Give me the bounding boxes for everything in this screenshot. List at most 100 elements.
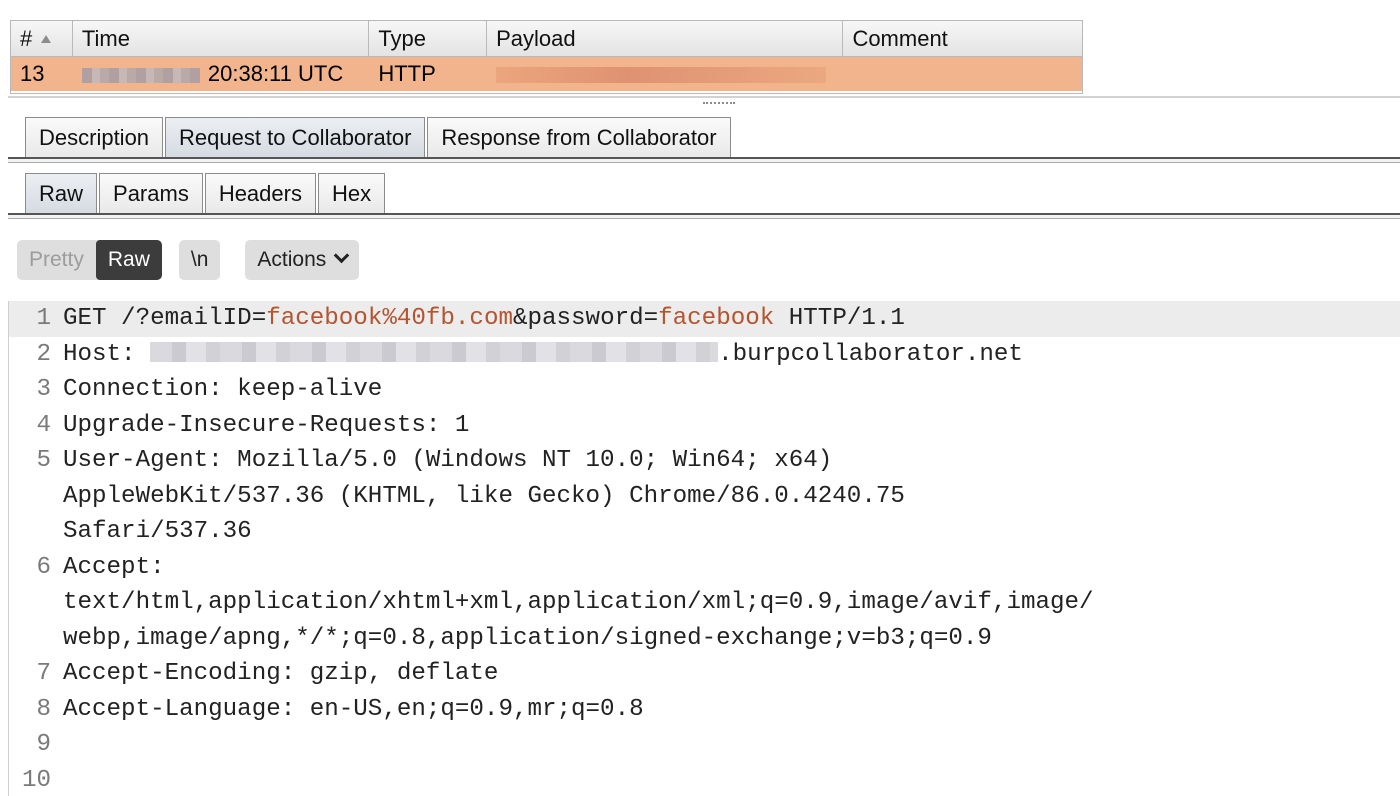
- code-line[interactable]: 3 Connection: keep-alive: [9, 372, 1400, 408]
- cell-payload: [487, 57, 843, 91]
- column-header-type[interactable]: Type: [369, 21, 488, 57]
- cell-comment[interactable]: [843, 57, 1082, 91]
- code-line-wrapped[interactable]: webp,image/apng,*/*;q=0.8,application/si…: [9, 621, 1400, 657]
- code-line[interactable]: 10: [9, 763, 1400, 796]
- column-header-number-label: #: [20, 26, 33, 51]
- header-text: User-Agent: Mozilla/5.0 (Windows NT 10.0…: [63, 447, 833, 474]
- tab-headers[interactable]: Headers: [204, 173, 316, 213]
- header-text: Connection: keep-alive: [63, 376, 383, 403]
- chevron-down-icon: [333, 247, 350, 264]
- editor-toolbar: Pretty Raw \n Actions: [17, 240, 360, 280]
- code-line[interactable]: 8 Accept-Language: en-US,en;q=0.9,mr;q=0…: [9, 692, 1400, 728]
- pretty-button[interactable]: Pretty: [17, 240, 96, 280]
- header-text: AppleWebKit/537.36 (KHTML, like Gecko) C…: [63, 482, 905, 510]
- tab-headers-label: Headers: [218, 181, 302, 206]
- table-row[interactable]: 13 20:38:11 UTC HTTP: [11, 57, 1082, 91]
- tab-bar-rule: [8, 157, 1400, 163]
- request-line: GET /?emailID=facebook%40fb.com&password…: [51, 301, 905, 337]
- column-header-comment-label: Comment: [852, 26, 948, 51]
- column-header-time-label: Time: [81, 26, 130, 51]
- tab-params[interactable]: Params: [99, 173, 203, 213]
- code-line[interactable]: 1 GET /?emailID=facebook%40fb.com&passwo…: [9, 301, 1400, 337]
- tab-request-label: Request to Collaborator: [179, 125, 412, 150]
- line-number: 1: [36, 305, 51, 332]
- host-header: Host: .burpcollaborator.net: [51, 337, 1023, 373]
- tab-hex[interactable]: Hex: [317, 173, 386, 213]
- raw-button[interactable]: Raw: [95, 240, 162, 280]
- code-line-wrapped[interactable]: AppleWebKit/537.36 (KHTML, like Gecko) C…: [9, 479, 1400, 515]
- code-line-wrapped[interactable]: Safari/537.36: [9, 514, 1400, 550]
- show-newlines-button[interactable]: \n: [178, 240, 221, 280]
- tab-raw[interactable]: Raw: [25, 173, 98, 213]
- header-text: Accept-Language: en-US,en;q=0.9,mr;q=0.8: [63, 695, 644, 723]
- split-pane-divider[interactable]: [0, 96, 1400, 110]
- column-header-comment[interactable]: Comment: [843, 21, 1082, 57]
- tab-hex-label: Hex: [331, 181, 372, 206]
- tab-description[interactable]: Description: [25, 117, 164, 157]
- host-domain: .burpcollaborator.net: [718, 340, 1023, 368]
- column-header-time[interactable]: Time: [73, 21, 370, 57]
- line-number: 2: [36, 340, 51, 368]
- drag-handle-icon[interactable]: [703, 102, 735, 106]
- param-value-email: facebook%40fb.com: [266, 305, 513, 332]
- column-header-number[interactable]: #: [11, 21, 73, 57]
- header-text: text/html,application/xhtml+xml,applicat…: [63, 589, 1094, 616]
- code-line-wrapped[interactable]: text/html,application/xhtml+xml,applicat…: [9, 585, 1400, 621]
- http-version: HTTP/1.1: [774, 305, 905, 332]
- tab-bar-rule: [8, 213, 1400, 219]
- line-number: 6: [36, 553, 51, 581]
- column-header-payload[interactable]: Payload: [487, 21, 844, 57]
- param-name-email: emailID=: [150, 305, 267, 332]
- code-line[interactable]: 9: [9, 727, 1400, 763]
- header-text: webp,image/apng,*/*;q=0.8,application/si…: [63, 624, 992, 652]
- interactions-table: # Time Type Payload Comment 13 20:38:11 …: [10, 20, 1083, 94]
- redacted-payload: [496, 67, 827, 84]
- header-text: Accept-Encoding: gzip, deflate: [63, 660, 499, 687]
- line-number: 3: [36, 376, 51, 403]
- header-text: Accept:: [63, 553, 165, 581]
- cell-time-text: 20:38:11 UTC: [207, 61, 344, 86]
- tab-response-from-collaborator[interactable]: Response from Collaborator: [427, 117, 731, 157]
- cell-type: HTTP: [378, 61, 436, 86]
- code-line[interactable]: 2 Host: .burpcollaborator.net: [9, 337, 1400, 373]
- view-tab-bar: Raw Params Headers Hex: [8, 173, 1400, 219]
- line-number: 7: [36, 660, 51, 687]
- line-number: 10: [21, 766, 51, 794]
- param-name-password: password=: [527, 305, 659, 332]
- request-method: GET /?: [63, 305, 151, 332]
- line-number: 5: [36, 447, 51, 474]
- view-mode-toggle: Pretty Raw: [17, 240, 162, 280]
- line-number: 9: [36, 731, 51, 758]
- line-number: 4: [36, 411, 51, 439]
- code-line[interactable]: 4 Upgrade-Insecure-Requests: 1: [9, 408, 1400, 444]
- line-number-empty: [9, 585, 51, 621]
- param-separator: &: [512, 305, 528, 332]
- tab-request-to-collaborator[interactable]: Request to Collaborator: [165, 117, 426, 157]
- column-header-payload-label: Payload: [496, 26, 576, 51]
- detail-tab-bar: Description Request to Collaborator Resp…: [8, 117, 1400, 163]
- redacted-subdomain: [150, 341, 719, 362]
- header-text: Safari/537.36: [63, 518, 252, 545]
- code-line[interactable]: 7 Accept-Encoding: gzip, deflate: [9, 656, 1400, 692]
- line-number-empty: [9, 621, 51, 657]
- tab-raw-label: Raw: [39, 181, 84, 206]
- tab-params-label: Params: [113, 181, 189, 206]
- tab-response-label: Response from Collaborator: [441, 125, 717, 150]
- cell-number: 13: [20, 61, 45, 86]
- header-text: Upgrade-Insecure-Requests: 1: [63, 411, 470, 439]
- column-header-type-label: Type: [378, 26, 427, 51]
- actions-dropdown[interactable]: Actions: [245, 240, 360, 280]
- sort-ascending-icon[interactable]: [41, 35, 52, 43]
- param-value-password: facebook: [658, 305, 775, 332]
- line-number-empty: [9, 479, 51, 515]
- actions-label: Actions: [257, 248, 327, 271]
- table-header: # Time Type Payload Comment: [11, 21, 1082, 57]
- raw-request-editor[interactable]: 1 GET /?emailID=facebook%40fb.com&passwo…: [8, 301, 1400, 796]
- redacted-date: [81, 67, 200, 83]
- tab-description-label: Description: [39, 125, 150, 150]
- divider-line: [8, 96, 1400, 98]
- line-number-empty: [9, 514, 51, 550]
- code-line[interactable]: 5 User-Agent: Mozilla/5.0 (Windows NT 10…: [9, 443, 1400, 479]
- code-line[interactable]: 6 Accept:: [9, 550, 1400, 586]
